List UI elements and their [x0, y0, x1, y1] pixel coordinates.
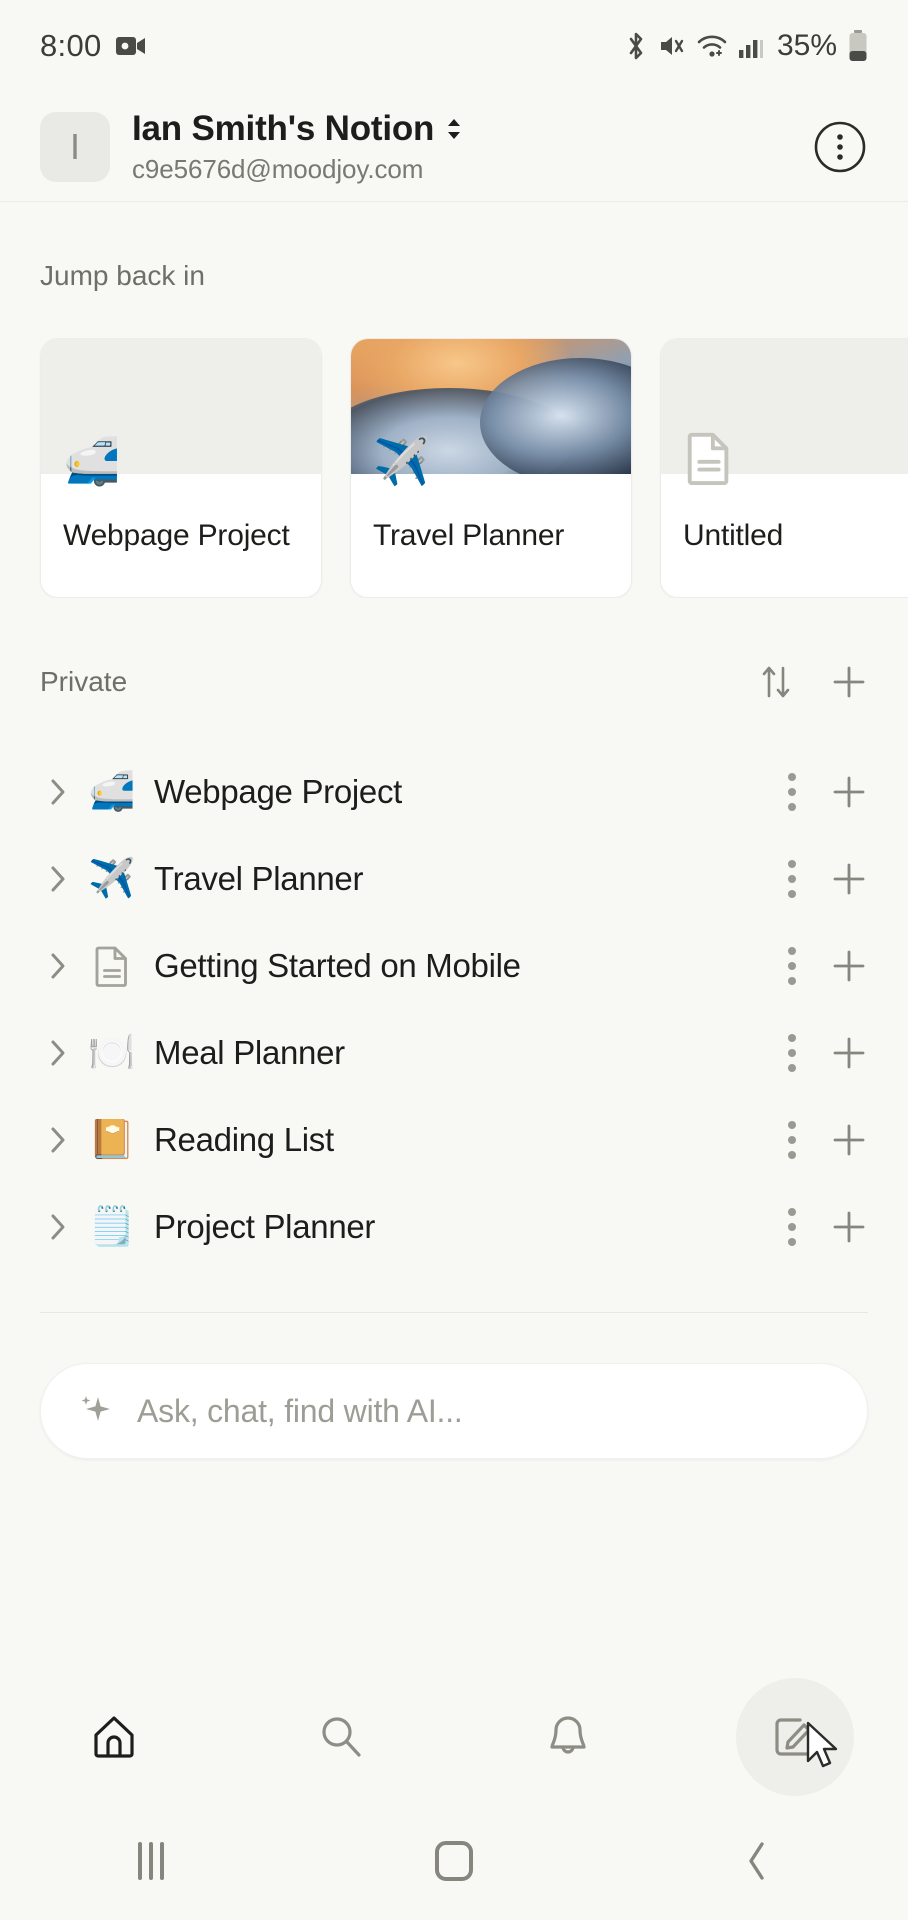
- workspace-title-row[interactable]: Ian Smith's Notion: [132, 109, 464, 149]
- wifi-icon: [697, 33, 727, 59]
- row-actions[interactable]: [788, 946, 868, 985]
- battery-percent-label: 35%: [776, 29, 837, 62]
- list-item-label[interactable]: Webpage Project: [154, 773, 402, 811]
- workspace-header[interactable]: I Ian Smith's Notion c9e5676d@moodjoy.co…: [0, 92, 908, 202]
- plus-icon[interactable]: [830, 860, 868, 898]
- jump-back-in-label: Jump back in: [40, 260, 205, 291]
- list-item[interactable]: ✈️ Travel Planner: [0, 835, 908, 922]
- back-chevron-icon[interactable]: [605, 1839, 908, 1883]
- airplane-emoji: ✈️: [373, 435, 431, 487]
- recent-card[interactable]: 🚅 Webpage Project: [40, 338, 322, 598]
- row-actions[interactable]: [788, 772, 868, 811]
- card-title: Travel Planner: [373, 519, 565, 552]
- row-actions[interactable]: [788, 1207, 868, 1246]
- ai-search-input[interactable]: Ask, chat, find with AI...: [137, 1393, 463, 1430]
- chevron-right-icon[interactable]: [40, 1211, 76, 1243]
- airplane-emoji: ✈️: [88, 857, 136, 900]
- chevron-right-icon[interactable]: [40, 950, 76, 982]
- plus-icon[interactable]: [830, 663, 868, 701]
- bullet-train-emoji: 🚅: [88, 770, 136, 813]
- plus-icon[interactable]: [830, 1208, 868, 1246]
- ai-search-bar[interactable]: Ask, chat, find with AI...: [40, 1363, 868, 1459]
- card-body: Untitled: [661, 474, 908, 597]
- list-item[interactable]: 🚅 Webpage Project: [0, 748, 908, 835]
- recent-card[interactable]: ✈️ Travel Planner: [350, 338, 632, 598]
- battery-icon: [848, 30, 868, 62]
- plus-icon[interactable]: [830, 947, 868, 985]
- bullet-train-emoji: 🚅: [63, 435, 121, 487]
- nav-inbox[interactable]: [454, 1672, 681, 1802]
- divider: [40, 1312, 868, 1313]
- system-navigation-bar[interactable]: [0, 1802, 908, 1920]
- list-item-label[interactable]: Getting Started on Mobile: [154, 947, 521, 985]
- more-dots-vertical-icon[interactable]: [788, 946, 796, 985]
- more-dots-vertical-icon[interactable]: [788, 772, 796, 811]
- recents-icon[interactable]: [0, 1842, 303, 1880]
- chevron-right-icon[interactable]: [40, 1124, 76, 1156]
- private-section-header: Private: [0, 660, 908, 704]
- recent-card[interactable]: Untitled: [660, 338, 908, 598]
- bottom-navigation[interactable]: [0, 1672, 908, 1802]
- nav-new-page[interactable]: [681, 1672, 908, 1802]
- list-item-label[interactable]: Project Planner: [154, 1208, 375, 1246]
- status-bar-right: 35%: [625, 29, 868, 63]
- card-body: Travel Planner: [351, 474, 631, 597]
- cellular-signal-icon: [738, 33, 764, 59]
- row-actions[interactable]: [788, 859, 868, 898]
- workspace-name[interactable]: Ian Smith's Notion: [132, 109, 434, 149]
- status-bar: 8:00 35%: [0, 0, 908, 92]
- fork-and-plate-emoji: 🍽️: [88, 1031, 136, 1074]
- video-camera-icon: [115, 35, 146, 57]
- status-bar-left: 8:00: [40, 28, 146, 64]
- plus-icon[interactable]: [830, 1121, 868, 1159]
- list-item[interactable]: Getting Started on Mobile: [0, 922, 908, 1009]
- avatar[interactable]: I: [40, 111, 110, 182]
- chevron-right-icon[interactable]: [40, 776, 76, 808]
- app-screen: 8:00 35% I Ian Smith's Notion c9e5676d@m…: [0, 0, 908, 1920]
- document-icon: [84, 945, 140, 987]
- list-item-label[interactable]: Meal Planner: [154, 1034, 345, 1072]
- card-body: Webpage Project: [41, 474, 321, 597]
- chevron-up-down-icon[interactable]: [444, 115, 464, 143]
- card-title: Webpage Project: [63, 519, 290, 552]
- more-options-circle-icon[interactable]: [812, 119, 868, 175]
- bluetooth-icon: [625, 31, 647, 61]
- chevron-right-icon[interactable]: [40, 1037, 76, 1069]
- more-dots-vertical-icon[interactable]: [788, 1120, 796, 1159]
- more-dots-vertical-icon[interactable]: [788, 1207, 796, 1246]
- more-dots-vertical-icon[interactable]: [788, 1033, 796, 1072]
- list-item-label[interactable]: Travel Planner: [154, 860, 363, 898]
- plus-icon[interactable]: [830, 773, 868, 811]
- list-item[interactable]: 🍽️ Meal Planner: [0, 1009, 908, 1096]
- private-page-list[interactable]: 🚅 Webpage Project ✈️ Travel Planner Gett…: [0, 748, 908, 1270]
- list-item[interactable]: 📔 Reading List: [0, 1096, 908, 1183]
- row-actions[interactable]: [788, 1120, 868, 1159]
- private-actions[interactable]: [758, 662, 868, 702]
- workspace-email: c9e5676d@moodjoy.com: [132, 153, 424, 184]
- more-dots-vertical-icon[interactable]: [788, 859, 796, 898]
- sparkle-ai-icon: [75, 1391, 115, 1431]
- document-icon: [685, 431, 733, 485]
- sort-arrows-icon[interactable]: [758, 662, 794, 702]
- chevron-right-icon[interactable]: [40, 863, 76, 895]
- mouse-cursor-icon: [804, 1721, 846, 1778]
- jump-back-in-cards[interactable]: 🚅 Webpage Project ✈️ Travel Planner Unti…: [0, 338, 908, 598]
- row-actions[interactable]: [788, 1033, 868, 1072]
- nav-home[interactable]: [0, 1672, 227, 1802]
- nav-search[interactable]: [227, 1672, 454, 1802]
- card-title: Untitled: [683, 519, 784, 552]
- system-home-icon[interactable]: [303, 1841, 606, 1881]
- mute-icon: [658, 32, 686, 60]
- list-item[interactable]: 🗒️ Project Planner: [0, 1183, 908, 1270]
- status-time: 8:00: [40, 28, 102, 63]
- notebook-emoji: 📔: [88, 1118, 136, 1161]
- list-item-label[interactable]: Reading List: [154, 1121, 334, 1159]
- workspace-text[interactable]: Ian Smith's Notion c9e5676d@moodjoy.com: [132, 109, 464, 185]
- checklist-emoji: 🗒️: [88, 1205, 136, 1248]
- private-label: Private: [40, 666, 128, 697]
- plus-icon[interactable]: [830, 1034, 868, 1072]
